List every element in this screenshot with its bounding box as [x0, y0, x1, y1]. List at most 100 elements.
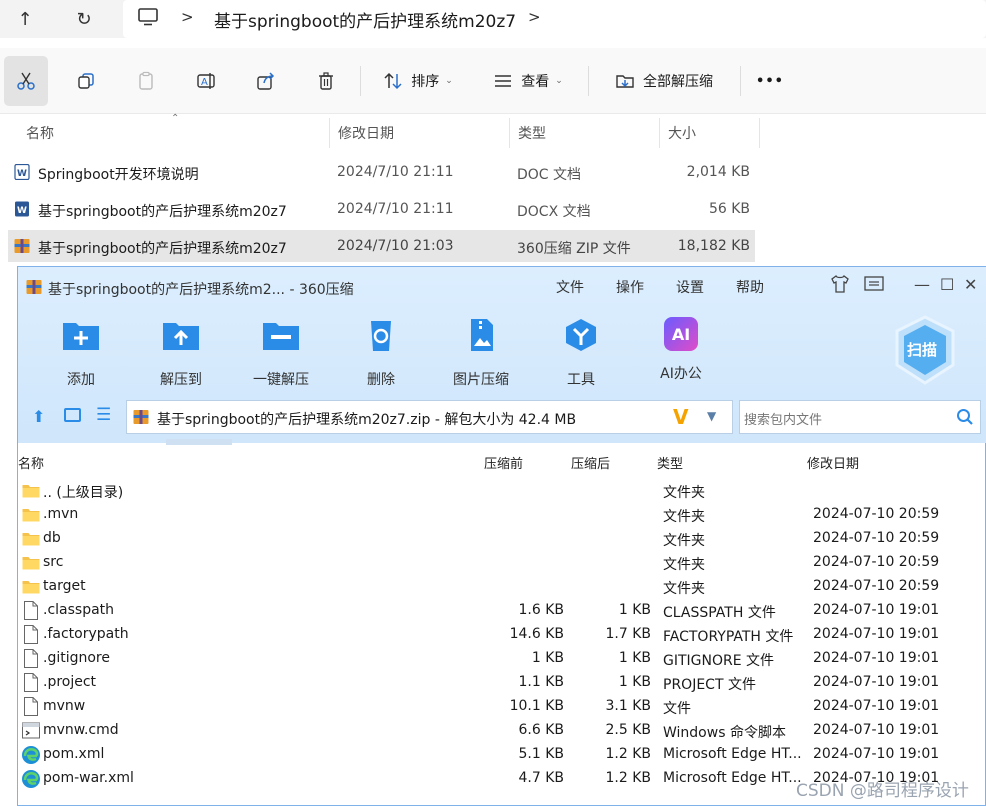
zip-archive-icon: [133, 410, 149, 424]
zip-file-row[interactable]: .project 1.1 KB 1 KB PROJECT 文件 2024-07-10 1…: [18, 671, 986, 695]
list-view-icon[interactable]: ☰: [96, 405, 111, 425]
horizontal-scrollbar-thumb[interactable]: [166, 439, 232, 445]
file-icon: [24, 625, 38, 644]
tool-delete[interactable]: 删除: [336, 317, 426, 389]
rename-button[interactable]: A: [184, 56, 228, 106]
zip-size-after: 1 KB: [618, 674, 651, 690]
share-button[interactable]: [244, 56, 288, 106]
up-arrow-icon[interactable]: ↑: [8, 2, 42, 36]
chevron-right-icon[interactable]: >: [528, 8, 541, 26]
zip-file-row[interactable]: .classpath 1.6 KB 1 KB CLASSPATH 文件 2024-07-…: [18, 599, 986, 623]
zip-column-modified[interactable]: 修改日期: [807, 453, 859, 477]
zip-file-type: Windows 命令脚本: [663, 725, 786, 741]
thumbnail-view-icon[interactable]: [64, 408, 81, 422]
tool-one-click-extract[interactable]: 一键解压: [236, 317, 326, 389]
folder-icon: [22, 509, 40, 522]
dropdown-arrow-icon[interactable]: ▼: [707, 409, 716, 423]
column-header-size[interactable]: 大小: [660, 118, 760, 148]
tool-extract-to[interactable]: 解压到: [136, 317, 226, 389]
search-icon[interactable]: [956, 408, 974, 426]
zip-file-name: .mvn: [43, 506, 79, 522]
file-modified: 2024/7/10 21:11: [337, 201, 454, 217]
screen: ↑ ↻ > 基于springboot的产后护理系统m20z7 > A 排序 ⌄ …: [0, 0, 986, 806]
zip-file-row[interactable]: db 文件夹 2024-07-10 20:59: [18, 527, 986, 551]
zip-column-type[interactable]: 类型: [657, 453, 683, 477]
zip-file-name: .project: [43, 674, 97, 690]
zip-size-after: 1.2 KB: [605, 746, 652, 762]
zip-size-before: 1.1 KB: [518, 674, 565, 690]
more-options-button[interactable]: •••: [748, 56, 792, 106]
zip-file-row[interactable]: mvnw 10.1 KB 3.1 KB 文件 2024-07-10 19:01: [18, 695, 986, 719]
tool-image-compress[interactable]: 图片压缩: [436, 317, 526, 389]
copy-icon: [78, 73, 94, 89]
zip-file-row[interactable]: .gitignore 1 KB 1 KB GITIGNORE 文件 2024-07-10…: [18, 647, 986, 671]
zip-search-box[interactable]: 搜索包内文件: [739, 400, 981, 434]
sort-label: 排序: [411, 74, 440, 90]
zip-file-name: mvnw: [43, 698, 86, 714]
up-level-icon[interactable]: ⬆: [32, 407, 45, 426]
tool-ai-office[interactable]: AI AI办公: [636, 317, 726, 383]
menu-help[interactable]: 帮助: [736, 277, 764, 297]
zip-file-row[interactable]: src 文件夹 2024-07-10 20:59: [18, 551, 986, 575]
zip-file-type: Microsoft Edge HT...: [663, 770, 802, 786]
extract-all-button[interactable]: 全部解压缩: [600, 56, 728, 106]
zip-file-modified: 2024-07-10 19:01: [813, 650, 940, 666]
scan-button[interactable]: 扫描: [893, 315, 957, 385]
view-button[interactable]: 查看 ⌄: [482, 56, 574, 106]
zip-file-row[interactable]: .factorypath 14.6 KB 1.7 KB FACTORYPATH 文件 2…: [18, 623, 986, 647]
feedback-icon[interactable]: [864, 275, 884, 297]
minimize-icon[interactable]: —: [914, 275, 930, 294]
tool-label: 图片压缩: [453, 372, 509, 388]
delete-button[interactable]: [304, 56, 348, 106]
search-placeholder: 搜索包内文件: [744, 413, 823, 428]
tool-tools[interactable]: 工具: [536, 317, 626, 389]
sort-button[interactable]: 排序 ⌄: [372, 56, 464, 106]
maximize-icon[interactable]: ☐: [940, 275, 954, 294]
zip-file-row[interactable]: target 文件夹 2024-07-10 20:59: [18, 575, 986, 599]
zip-size-after: 1.7 KB: [605, 626, 652, 642]
chevron-down-icon: ⌄: [555, 76, 563, 86]
column-header-type[interactable]: 类型: [510, 118, 660, 148]
column-header-modified[interactable]: 修改日期: [330, 118, 510, 148]
zip-file-row[interactable]: .mvn 文件夹 2024-07-10 20:59: [18, 503, 986, 527]
address-bar[interactable]: > 基于springboot的产后护理系统m20z7 >: [123, 0, 986, 38]
file-icon: [24, 697, 38, 716]
zip-app-icon: [26, 280, 42, 294]
zip-file-row[interactable]: pom.xml 5.1 KB 1.2 KB Microsoft Edge HT... 2…: [18, 743, 986, 767]
divider: [360, 66, 361, 96]
address-path[interactable]: 基于springboot的产后护理系统m20z7: [214, 7, 516, 32]
close-icon[interactable]: ✕: [964, 275, 977, 294]
menu-file[interactable]: 文件: [556, 277, 584, 297]
view-label: 查看: [521, 74, 550, 90]
zip-file-type: CLASSPATH 文件: [663, 605, 776, 621]
zip-column-name[interactable]: 名称: [18, 453, 44, 477]
zip-file-modified: 2024-07-10 20:59: [813, 506, 940, 522]
zip-column-before[interactable]: 压缩前: [484, 453, 523, 477]
file-row-selected[interactable]: 基于springboot的产后护理系统m20z7 2024/7/10 21:03…: [8, 230, 755, 262]
zip-size-after: 2.5 KB: [605, 722, 652, 738]
tool-label: AI办公: [660, 366, 702, 382]
column-header-name[interactable]: 名称: [18, 118, 330, 148]
copy-button[interactable]: [64, 56, 108, 106]
file-row[interactable]: W 基于springboot的产后护理系统m20z7 2024/7/10 21:…: [8, 193, 755, 225]
vip-v-icon[interactable]: V: [673, 405, 688, 429]
zip-column-after[interactable]: 压缩后: [571, 453, 610, 477]
svg-text:W: W: [17, 206, 27, 216]
zip-file-row[interactable]: .. (上级目录) 文件夹: [18, 479, 986, 503]
menu-settings[interactable]: 设置: [676, 277, 704, 297]
paste-button[interactable]: [124, 56, 168, 106]
toolbox-icon: [566, 319, 596, 351]
file-row[interactable]: W Springboot开发环境说明 2024/7/10 21:11 DOC 文…: [8, 156, 755, 188]
cut-button[interactable]: [4, 56, 48, 106]
zip-file-modified: 2024-07-10 20:59: [813, 578, 940, 594]
menu-operate[interactable]: 操作: [616, 277, 644, 297]
zip-window: 基于springboot的产后护理系统m2... - 360压缩 文件 操作 设…: [17, 266, 986, 806]
tool-add[interactable]: 添加: [36, 317, 126, 389]
file-icon: [24, 601, 38, 620]
zip-file-row[interactable]: mvnw.cmd 6.6 KB 2.5 KB Windows 命令脚本 2024-07-…: [18, 719, 986, 743]
chevron-down-icon: ⌄: [445, 76, 453, 86]
zip-address-bar[interactable]: 基于springboot的产后护理系统m20z7.zip - 解包大小为 42.…: [126, 400, 733, 434]
refresh-icon[interactable]: ↻: [67, 2, 101, 36]
view-list-icon: [495, 75, 512, 87]
skin-shirt-icon[interactable]: [830, 275, 850, 297]
